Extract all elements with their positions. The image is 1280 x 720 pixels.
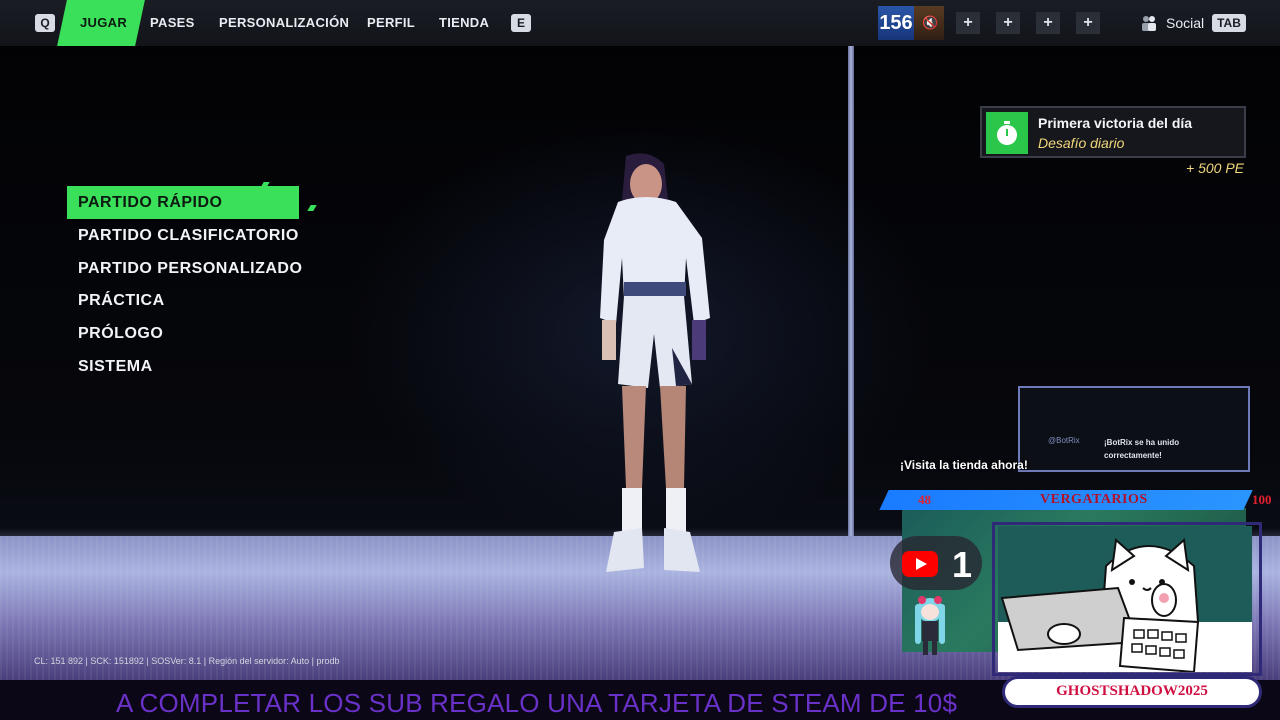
tab-pases[interactable]: PASES (150, 15, 195, 30)
menu-prologo[interactable]: PRÓLOGO (78, 325, 163, 343)
arena-pole (848, 46, 854, 536)
bongo-cat-frame (992, 522, 1262, 676)
tab-jugar[interactable]: JUGAR (80, 15, 127, 30)
build-info-text: CL: 151 892 | SCK: 151892 | SOSVer: 8.1 … (34, 656, 340, 666)
goal-title: VERGATARIOS (1040, 492, 1148, 507)
giveaway-banner: A COMPLETAR LOS SUB REGALO UNA TARJETA D… (116, 688, 958, 718)
social-icon[interactable] (1140, 14, 1158, 32)
chat-message: ¡BotRix se ha unido correctamente! (1104, 438, 1180, 460)
youtube-icon (902, 551, 938, 577)
stream-chat-box: @BotRix ¡BotRix se ha unido correctament… (1018, 386, 1250, 472)
add-party-slot-2[interactable]: + (996, 12, 1020, 34)
menu-partido-rapido[interactable]: PARTIDO RÁPIDO (78, 194, 222, 212)
key-e-hint: E (511, 14, 531, 32)
menu-partido-personalizado[interactable]: PARTIDO PERSONALIZADO (78, 260, 302, 278)
menu-partido-clasificatorio[interactable]: PARTIDO CLASIFICATORIO (78, 227, 299, 245)
visit-shop-text: ¡Visita la tienda ahora! (900, 458, 1028, 472)
mute-icon[interactable]: 🔇 (922, 15, 938, 31)
player-avatar[interactable]: 🔇 (914, 6, 944, 40)
add-party-slot-3[interactable]: + (1036, 12, 1060, 34)
add-party-slot-1[interactable]: + (956, 12, 980, 34)
youtube-widget: 1 (890, 536, 982, 590)
menu-practica[interactable]: PRÁCTICA (78, 292, 165, 310)
key-q-hint: Q (35, 14, 55, 32)
challenge-reward: + 500 PE (1186, 160, 1244, 176)
streamer-name-bar: GHOSTSHADOW2025 (1002, 676, 1262, 708)
key-tab-hint: TAB (1212, 14, 1246, 32)
tab-tienda[interactable]: TIENDA (439, 15, 489, 30)
anime-mascot-icon (915, 596, 945, 655)
party-counter: 156 (878, 6, 914, 40)
tab-perfil[interactable]: PERFIL (367, 15, 415, 30)
daily-challenge-card[interactable]: Primera victoria del día Desafío diario (980, 106, 1246, 158)
menu-sistema[interactable]: SISTEMA (78, 358, 153, 376)
social-button[interactable]: Social (1166, 15, 1204, 31)
challenge-title: Primera victoria del día (1038, 115, 1193, 131)
tab-personalizacion[interactable]: PERSONALIZACIÓN (219, 15, 349, 30)
player-character (600, 153, 710, 572)
youtube-count: 1 (952, 544, 973, 585)
challenge-subtitle: Desafío diario (1038, 135, 1125, 151)
goal-target: 100 (1252, 492, 1272, 507)
chat-username: @BotRix (1048, 436, 1080, 445)
goal-current: 48 (918, 492, 931, 507)
top-navigation-bar: Q JUGAR PASES PERSONALIZACIÓN PERFIL TIE… (0, 0, 1280, 46)
add-party-slot-4[interactable]: + (1076, 12, 1100, 34)
stopwatch-icon (986, 112, 1028, 154)
streamer-name: GHOSTSHADOW2025 (1056, 683, 1208, 699)
